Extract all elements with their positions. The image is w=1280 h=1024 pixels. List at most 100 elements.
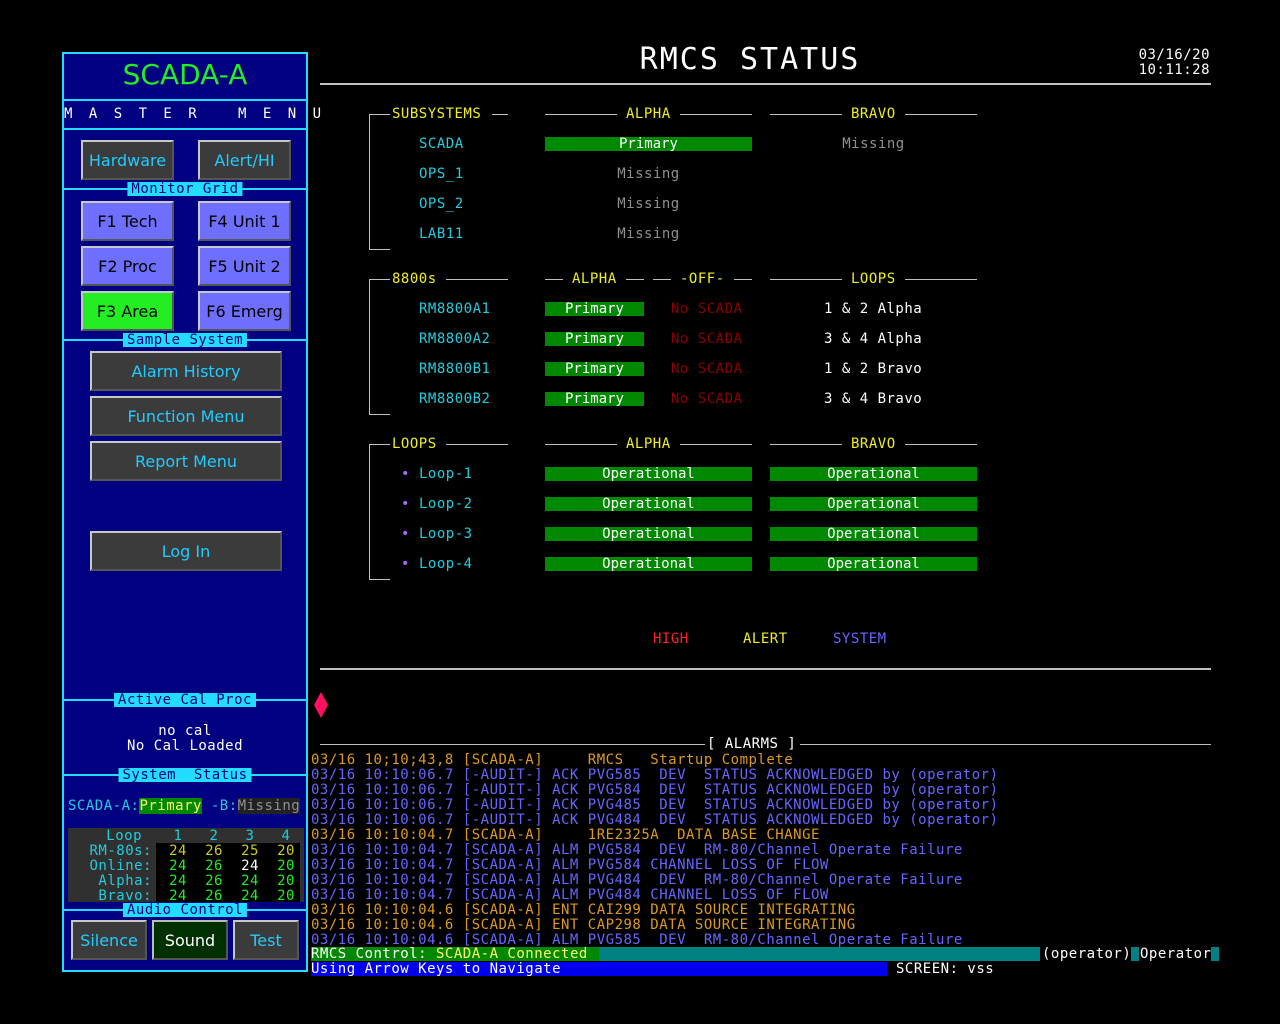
subsystem-alpha-status: Missing	[617, 196, 680, 212]
rule	[905, 114, 977, 115]
subsystem-bravo-status: Missing	[842, 136, 905, 152]
rm8800-loops: 3 & 4 Alpha	[824, 331, 923, 347]
loop-bravo-status: Operational	[770, 527, 977, 541]
f2-proc-button[interactable]: F2 Proc	[81, 246, 174, 286]
subsystem-alpha-status: Primary	[545, 137, 752, 151]
alarms-header: [ ALARMS ]	[707, 736, 797, 752]
table-cell: 20	[277, 873, 295, 889]
loops-bracket	[369, 444, 390, 580]
rm8800-name: RM8800A1	[419, 301, 491, 317]
alarm-line[interactable]: 03/16 10:10:04.7 [SCADA-A] ALM PVG484 CH…	[311, 887, 829, 903]
bullet-icon: •	[401, 466, 410, 482]
alarm-line[interactable]: 03/16 10:10:06.7 [-AUDIT-] ACK PVG584 DE…	[311, 782, 999, 798]
alarm-line[interactable]: 03/16 10:10:04.7 [SCADA-A] ALM PVG584 DE…	[311, 842, 963, 858]
screen-name: SCREEN: vss	[896, 961, 995, 977]
test-button[interactable]: Test	[233, 920, 299, 960]
status-b-label: -B:	[201, 798, 238, 814]
alarm-history-button[interactable]: Alarm History	[90, 351, 282, 391]
subsystem-name: SCADA	[419, 136, 464, 152]
subsystem-name: OPS_1	[419, 166, 464, 182]
loop-bravo-status: Operational	[770, 497, 977, 511]
table-cell: 24	[169, 858, 187, 874]
alarm-line[interactable]: 03/16 10:10:04.7 [SCADA-A] ALM PVG584 CH…	[311, 857, 829, 873]
rm8800-alpha-status: Primary	[545, 302, 644, 316]
rm8800-off-status: No SCADA	[671, 361, 743, 377]
rm8800-off-status: No SCADA	[671, 331, 743, 347]
log-in-button[interactable]: Log In	[90, 531, 282, 571]
alarm-line[interactable]: 03/16 10;10;43,8 [SCADA-A] RMCS Startup …	[311, 752, 793, 768]
alarm-line[interactable]: 03/16 10:10:04.7 [SCADA-A] 1RE2325A DATA…	[311, 827, 820, 843]
loop-name: Loop-4	[419, 556, 473, 572]
alarm-line[interactable]: 03/16 10:10:04.6 [SCADA-A] ALM PVG585 DE…	[311, 932, 963, 947]
table-header-col: 4	[281, 828, 291, 844]
alarm-line[interactable]: 03/16 10:10:04.6 [SCADA-A] ENT CAI299 DA…	[311, 902, 856, 918]
sidebar-title: SCADA-A	[122, 58, 248, 91]
alarm-line[interactable]: 03/16 10:10:04.6 [SCADA-A] ENT CAP298 DA…	[311, 917, 856, 933]
sound-button[interactable]: Sound	[152, 920, 228, 960]
rm8800-off-status: No SCADA	[671, 301, 743, 317]
rm8800-name: RM8800B2	[419, 391, 491, 407]
subsystem-alpha-status: Missing	[617, 226, 680, 242]
alarm-line[interactable]: 03/16 10:10:06.7 [-AUDIT-] ACK PVG484 DE…	[311, 812, 999, 828]
rule	[545, 114, 617, 115]
loop-bravo-status: Operational	[770, 467, 977, 481]
separator-block	[1131, 947, 1139, 961]
table-row-label: RM-80s:	[89, 843, 152, 859]
table-cell: 20	[277, 858, 295, 874]
alert-hi-button[interactable]: Alert/HI	[198, 140, 291, 180]
rule	[905, 279, 977, 280]
table-header-col: 2	[209, 828, 219, 844]
audio-control-label: Audio Control	[122, 903, 248, 917]
rm8800-alpha-status: Primary	[545, 362, 644, 376]
rm8800-off-status: No SCADA	[671, 391, 743, 407]
table-row-label: Online:	[89, 858, 152, 874]
rm8800s-header: 8800s	[392, 271, 437, 287]
rule	[770, 114, 842, 115]
hardware-button[interactable]: Hardware	[81, 140, 174, 180]
f1-tech-button[interactable]: F1 Tech	[81, 201, 174, 241]
section-rule	[320, 668, 1211, 670]
f3-area-button[interactable]: F3 Area	[81, 291, 174, 331]
diamond-marker-icon	[314, 692, 328, 718]
user-name: (operator)	[1042, 946, 1132, 962]
f4-unit1-button[interactable]: F4 Unit 1	[198, 201, 291, 241]
loop-name: Loop-1	[419, 466, 473, 482]
function-menu-button[interactable]: Function Menu	[90, 396, 282, 436]
status-b-value: Missing	[237, 798, 301, 814]
rule	[492, 114, 508, 115]
sample-system-label: Sample System	[122, 333, 248, 347]
rule	[653, 279, 671, 280]
alarm-line[interactable]: 03/16 10:10:06.7 [-AUDIT-] ACK PVG485 DE…	[311, 797, 999, 813]
bullet-icon: •	[401, 496, 410, 512]
user-role: Operator	[1140, 946, 1212, 962]
alarm-list[interactable]: 03/16 10;10;43,8 [SCADA-A] RMCS Startup …	[311, 752, 1211, 947]
subsystem-alpha-status: Missing	[617, 166, 680, 182]
master-menu-label: M A S T E R M E N U	[64, 106, 326, 122]
subsystems-col-alpha: ALPHA	[626, 106, 671, 122]
table-cell: 24	[169, 843, 187, 859]
rule	[446, 279, 508, 280]
legend-high: HIGH	[653, 631, 689, 647]
table-cell: 24	[241, 888, 259, 904]
silence-button[interactable]: Silence	[71, 920, 147, 960]
rule	[545, 279, 563, 280]
divider	[64, 99, 306, 101]
monitor-grid-label: Monitor Grid	[127, 182, 243, 196]
bullet-icon: •	[401, 526, 410, 542]
rm8800s-col-off: -OFF-	[680, 271, 725, 287]
loop-alpha-status: Operational	[545, 527, 752, 541]
f6-emerg-button[interactable]: F6 Emerg	[198, 291, 291, 331]
active-cal-proc-label: Active Cal Proc	[114, 693, 256, 707]
table-cell: 20	[277, 888, 295, 904]
alarm-line[interactable]: 03/16 10:10:06.7 [-AUDIT-] ACK PVG585 DE…	[311, 767, 999, 783]
subsystems-bracket	[369, 114, 390, 250]
alarm-line[interactable]: 03/16 10:10:04.7 [SCADA-A] ALM PVG484 DE…	[311, 872, 963, 888]
report-menu-button[interactable]: Report Menu	[90, 441, 282, 481]
status-a-value: Primary	[139, 798, 202, 814]
rule	[545, 444, 617, 445]
rm8800-loops: 3 & 4 Bravo	[824, 391, 923, 407]
loops-col-bravo: BRAVO	[851, 436, 896, 452]
header-date: 03/16/20	[1138, 47, 1210, 63]
rm8800-loops: 1 & 2 Alpha	[824, 301, 923, 317]
f5-unit2-button[interactable]: F5 Unit 2	[198, 246, 291, 286]
